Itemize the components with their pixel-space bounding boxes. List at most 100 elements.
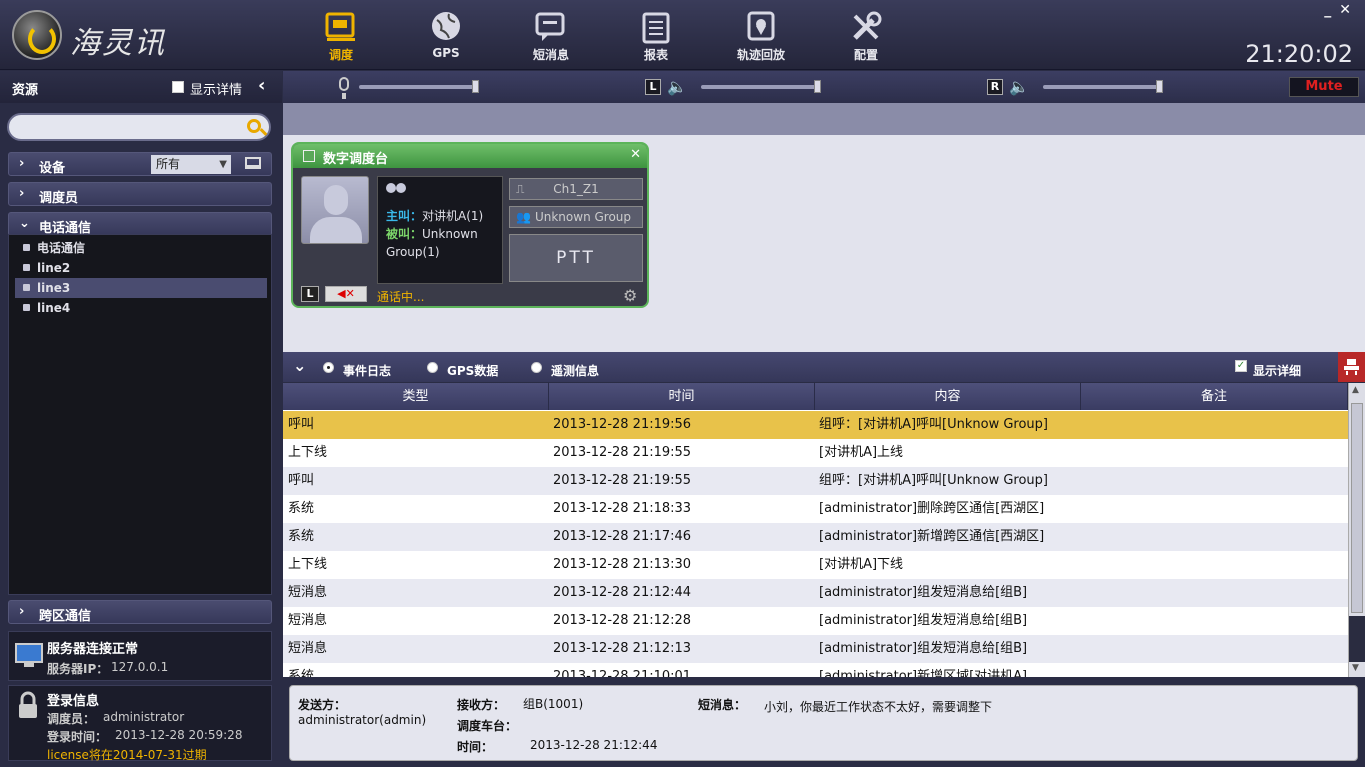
nav-messages[interactable]: 短消息	[516, 10, 586, 66]
table-cell: 系统	[288, 501, 315, 516]
avatar	[301, 176, 369, 244]
scroll-up-icon[interactable]: ▲	[1352, 385, 1359, 395]
message-icon	[534, 10, 568, 44]
mic-volume-slider[interactable]	[359, 80, 479, 93]
group-button[interactable]: 👥 Unknown Group	[509, 206, 643, 228]
export-icon[interactable]	[1338, 352, 1365, 382]
section-cross-region[interactable]: › 跨区通信	[8, 600, 272, 624]
dispatch-icon	[324, 10, 358, 44]
tools-icon	[849, 10, 883, 44]
slider-handle[interactable]	[814, 80, 821, 93]
table-row[interactable]: 短消息 2013-12-28 21:12:28 [administrator]组发短…	[283, 607, 1348, 635]
server-status-text: 服务器连接正常	[47, 642, 139, 657]
group-label: Unknown Group	[534, 210, 632, 224]
table-row[interactable]: 上下线 2013-12-28 21:13:30 [对讲机A]下线	[283, 551, 1348, 579]
license-notice: license将在2014-07-31过期	[47, 748, 207, 762]
receiver-label: 接收方：	[457, 698, 506, 712]
channel-l-toggle[interactable]: L	[301, 286, 319, 302]
table-row[interactable]: 呼叫 2013-12-28 21:19:55 组呼：[对讲机A]呼叫[Unknow …	[283, 467, 1348, 495]
show-detail-checkbox[interactable]	[172, 81, 184, 93]
table-cell: 组呼：[对讲机A]呼叫[Unknow Group]	[819, 473, 1048, 488]
left-channel-label: L	[645, 79, 661, 95]
scroll-down-icon[interactable]: ▼	[1352, 663, 1359, 673]
tab-event-log-radio[interactable]	[323, 362, 334, 373]
tab-gps-data-radio[interactable]	[427, 362, 438, 373]
search-input[interactable]	[7, 113, 271, 141]
tree-item-line2[interactable]: line2	[15, 258, 267, 278]
column-header[interactable]: 时间	[549, 383, 815, 410]
slider-handle[interactable]	[1156, 80, 1163, 93]
section-phone[interactable]: ⌄ 电话通信	[8, 212, 272, 236]
speaker-mute-icon[interactable]: ◀✕	[325, 286, 367, 302]
speaker-icon: 🔈	[667, 77, 687, 96]
table-row[interactable]: 上下线 2013-12-28 21:19:55 [对讲机A]上线	[283, 439, 1348, 467]
show-details-checkbox[interactable]: ✓	[1235, 360, 1247, 372]
report-icon	[639, 10, 673, 44]
section-devices[interactable]: › 设备 所有	[8, 152, 272, 176]
tree-item-line3[interactable]: line3	[15, 278, 267, 298]
table-cell: [administrator]组发短消息给[组B]	[819, 641, 1028, 656]
app-name: 海灵讯	[70, 26, 166, 61]
table-cell: [administrator]新增跨区通信[西湖区]	[819, 529, 1045, 544]
scroll-track	[1349, 616, 1365, 662]
person-icon	[324, 185, 348, 215]
scroll-thumb[interactable]	[1351, 403, 1363, 613]
left-volume-slider[interactable]	[701, 80, 821, 93]
table-cell: 组呼：[对讲机A]呼叫[Unknow Group]	[819, 417, 1048, 432]
resource-panel: 资源 显示详情 ‹ › 设备 所有 › 调度员 ⌄ 电话通信 电话通信 line…	[0, 71, 282, 767]
nav-gps[interactable]: GPS	[411, 10, 481, 66]
channel-button[interactable]: ⎍ Ch1_Z1	[509, 178, 643, 200]
table-cell: 2013-12-28 21:17:46	[553, 529, 692, 544]
close-button[interactable]: ✕	[1339, 2, 1359, 18]
nav-track-replay[interactable]: 轨迹回放	[726, 10, 796, 66]
time-label: 时间：	[457, 740, 494, 754]
column-header[interactable]: 内容	[815, 383, 1081, 410]
monitor-icon[interactable]	[245, 157, 261, 169]
tab-event-log[interactable]: 事件日志	[343, 362, 391, 379]
nav-dispatch[interactable]: 调度	[306, 10, 376, 66]
caller-label: 主叫：	[386, 209, 423, 223]
show-detail-label: 显示详情	[190, 83, 243, 98]
server-ip: 127.0.0.1	[111, 660, 169, 674]
server-status: 服务器连接正常 服务器IP： 127.0.0.1	[8, 631, 272, 681]
right-volume-slider[interactable]	[1043, 80, 1163, 93]
mute-button[interactable]: Mute	[1289, 77, 1359, 97]
search-icon[interactable]	[247, 119, 261, 133]
ptt-button[interactable]: PTT	[509, 234, 643, 282]
table-row[interactable]: 短消息 2013-12-28 21:12:44 [administrator]组发短…	[283, 579, 1348, 607]
track-replay-icon	[744, 10, 778, 44]
console-select-checkbox[interactable]	[303, 150, 315, 162]
nav-settings[interactable]: 配置	[831, 10, 901, 66]
table-cell: [对讲机A]上线	[819, 445, 904, 460]
table-row[interactable]: 系统 2013-12-28 21:17:46 [administrator]新增跨区…	[283, 523, 1348, 551]
chevron-down-icon[interactable]: ⌄	[293, 356, 306, 375]
log-tabs-bar: ⌄ 事件日志 GPS数据 遥测信息 ✓ 显示详细	[283, 352, 1365, 382]
column-header[interactable]: 类型	[283, 383, 549, 410]
table-cell: 2013-12-28 21:10:01	[553, 669, 692, 677]
section-dispatchers[interactable]: › 调度员	[8, 182, 272, 206]
message-label: 短消息：	[698, 698, 747, 712]
tab-telemetry-radio[interactable]	[531, 362, 542, 373]
login-title: 登录信息	[47, 694, 100, 709]
table-row[interactable]: 呼叫 2013-12-28 21:19:56 组呼：[对讲机A]呼叫[Unknow …	[283, 411, 1348, 439]
group-icon: 👥	[516, 210, 531, 224]
console-close-button[interactable]: ✕	[630, 147, 641, 162]
tab-telemetry[interactable]: 遥测信息	[551, 362, 599, 379]
minimize-button[interactable]: _	[1324, 2, 1339, 18]
table-row[interactable]: 短消息 2013-12-28 21:12:13 [administrator]组发短…	[283, 635, 1348, 663]
gear-icon[interactable]: ⚙	[623, 286, 637, 305]
tree-item-line4[interactable]: line4	[15, 298, 267, 318]
column-header[interactable]: 备注	[1081, 383, 1348, 410]
tab-gps-data[interactable]: GPS数据	[447, 362, 498, 379]
collapse-panel-button[interactable]: ‹	[258, 75, 265, 96]
tree-item-phone[interactable]: 电话通信	[15, 238, 267, 258]
nav-label: 轨迹回放	[736, 48, 785, 62]
device-filter-select[interactable]: 所有	[151, 155, 231, 174]
login-time-label: 登录时间：	[47, 730, 108, 744]
table-row[interactable]: 系统 2013-12-28 21:18:33 [administrator]删除跨区…	[283, 495, 1348, 523]
nav-reports[interactable]: 报表	[621, 10, 691, 66]
table-row[interactable]: 系统 2013-12-28 21:10:01 [administrator]新增区域…	[283, 663, 1348, 677]
vertical-scrollbar[interactable]: ▲ ▼	[1348, 383, 1365, 677]
slider-handle[interactable]	[472, 80, 479, 93]
digital-console-card[interactable]: 数字调度台 ✕ 主叫：对讲机A(1) 被叫：Unknown Group(1) ⎍…	[291, 142, 649, 308]
